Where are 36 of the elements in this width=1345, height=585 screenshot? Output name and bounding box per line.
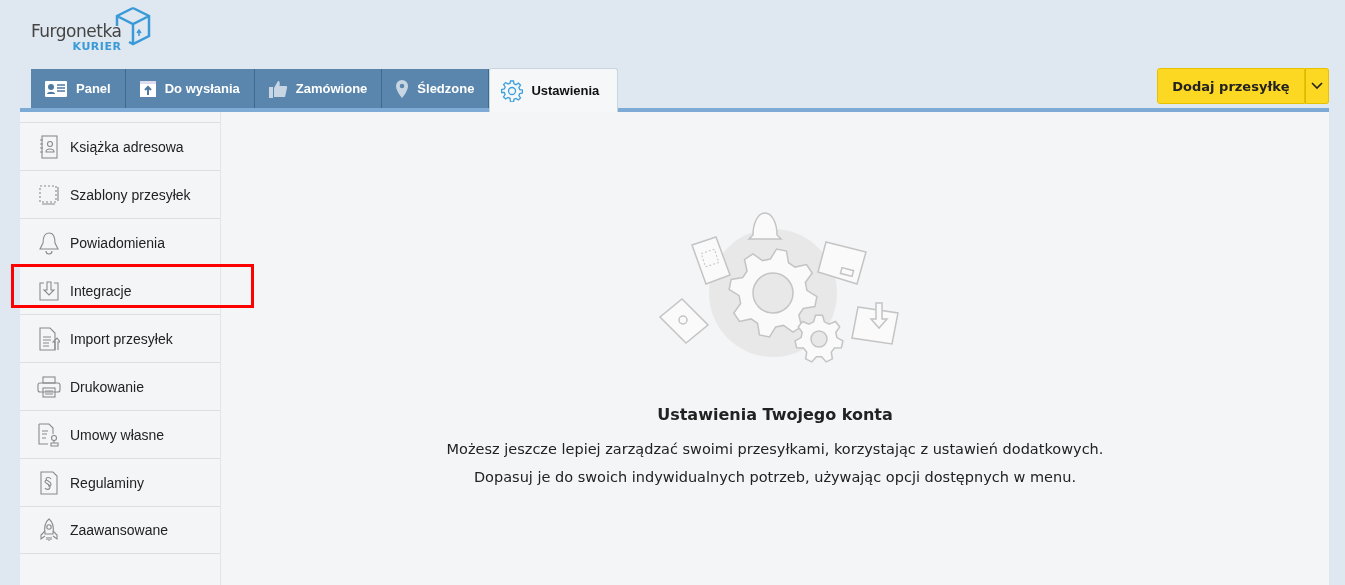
nav-tab[interactable]: Panel xyxy=(31,69,126,108)
sidebar-item[interactable]: Powiadomienia xyxy=(20,218,220,266)
location-pin-icon xyxy=(395,78,410,99)
download-icon xyxy=(38,279,60,302)
id-card-icon xyxy=(44,79,68,98)
description-text: Możesz jeszcze lepiej zarządzać swoimi przesyłkami, korzystając z ustawień dodatkowych. xyxy=(446,441,1104,457)
nav-tab[interactable]: Zamówione xyxy=(254,69,383,108)
content-title: Ustawienia Twojego konta xyxy=(657,405,893,424)
add-shipment-button[interactable]: Dodaj przesyłkę xyxy=(1157,68,1305,104)
sidebar-item[interactable]: Zaawansowane xyxy=(20,506,220,554)
logo-wordmark: Furgonetka xyxy=(31,22,122,40)
rocket-icon xyxy=(39,518,59,542)
address-book-icon xyxy=(39,134,59,159)
nav-tab[interactable]: Ustawienia xyxy=(489,68,619,112)
sidebar-item[interactable]: Drukowanie xyxy=(20,362,220,410)
dropdown-button[interactable] xyxy=(1305,68,1329,104)
sidebar-item[interactable]: Książka adresowa xyxy=(20,122,220,170)
sidebar-item[interactable]: Integracje xyxy=(20,266,220,314)
sidebar-item[interactable]: Regulaminy xyxy=(20,458,220,506)
bell-icon xyxy=(38,230,60,255)
printer-icon xyxy=(37,375,61,398)
nav-tab[interactable]: Śledzone xyxy=(382,69,490,108)
box-icon xyxy=(138,79,157,98)
sidebar-item[interactable]: Szablony przesyłek xyxy=(20,170,220,218)
document-stamp-icon xyxy=(37,422,61,447)
sidebar-item[interactable]: Umowy własne xyxy=(20,410,220,458)
sidebar-item[interactable]: Import przesyłek xyxy=(20,314,220,362)
nav-tab[interactable]: Do wysłania xyxy=(125,69,255,108)
section-sign-document-icon xyxy=(39,470,59,495)
caret-icon xyxy=(1311,82,1323,90)
dashed-frame-icon xyxy=(38,183,60,206)
document-upload-icon xyxy=(38,326,60,351)
thumbs-up-icon xyxy=(267,78,288,99)
logo-subtitle: KURIER xyxy=(72,40,122,53)
settings-icon xyxy=(501,79,524,102)
description-text: Dopasuj je do swoich indywidualnych potrzeb, używając opcji dostępnych w menu. xyxy=(473,469,1077,485)
